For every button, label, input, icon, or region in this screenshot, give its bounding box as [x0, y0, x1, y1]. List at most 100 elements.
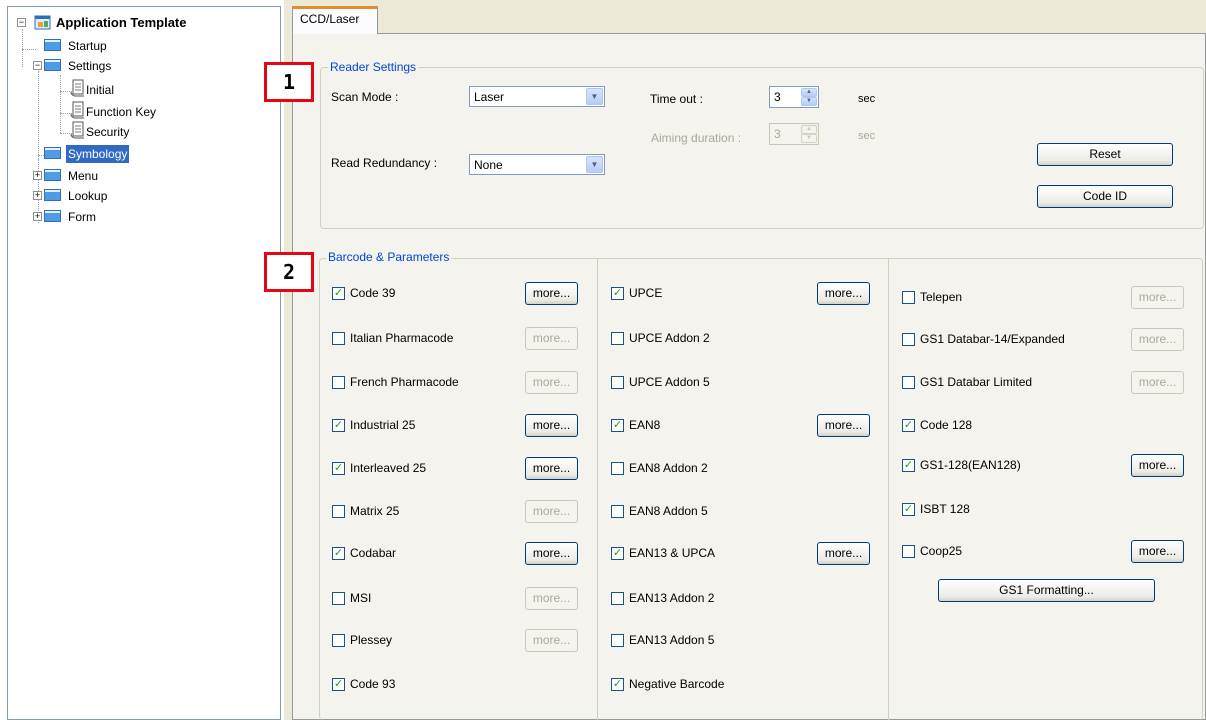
- aiming-duration-unit: sec: [858, 130, 876, 142]
- ean13-addon-5-checkbox[interactable]: [611, 634, 624, 647]
- interleaved-25-checkbox[interactable]: ✓: [332, 462, 345, 475]
- ean13-addon-2-label: EAN13 Addon 2: [629, 591, 715, 605]
- matrix-25-checkbox[interactable]: [332, 505, 345, 518]
- collapse-icon[interactable]: −: [33, 61, 42, 70]
- expand-icon[interactable]: +: [33, 212, 42, 221]
- interleaved-25-more-button[interactable]: more...: [525, 457, 578, 480]
- tree-label: Form: [68, 210, 96, 224]
- interleaved-25-label: Interleaved 25: [350, 461, 427, 475]
- read-redundancy-value: None: [474, 158, 503, 172]
- aiming-duration-value: 3: [774, 127, 781, 141]
- timeout-spinner[interactable]: 3 ▲ ▼: [769, 86, 819, 108]
- reset-button[interactable]: Reset: [1037, 143, 1173, 166]
- ean8-checkbox[interactable]: ✓: [611, 419, 624, 432]
- gs1-formatting-button[interactable]: GS1 Formatting...: [938, 579, 1155, 602]
- ean8-addon-2-checkbox[interactable]: [611, 462, 624, 475]
- tab-label: CCD/Laser: [300, 12, 360, 26]
- isbt-128-checkbox[interactable]: ✓: [902, 503, 915, 516]
- coop25-more-button[interactable]: more...: [1131, 540, 1184, 563]
- scan-mode-select[interactable]: Laser ▼: [469, 86, 605, 107]
- msi-more-button[interactable]: more...: [525, 587, 578, 610]
- code-128-checkbox[interactable]: ✓: [902, 419, 915, 432]
- msi-checkbox[interactable]: [332, 592, 345, 605]
- tree-label: Function Key: [86, 105, 157, 119]
- upce-addon-5-checkbox[interactable]: [611, 376, 624, 389]
- matrix-25-more-button[interactable]: more...: [525, 500, 578, 523]
- tree-label: Startup: [68, 39, 107, 53]
- industrial-25-checkbox[interactable]: ✓: [332, 419, 345, 432]
- code-93-checkbox[interactable]: ✓: [332, 678, 345, 691]
- annotation-marker-2: 2: [264, 252, 314, 292]
- french-pharmacode-more-button[interactable]: more...: [525, 371, 578, 394]
- expand-icon[interactable]: +: [33, 191, 42, 200]
- ean8-more-button[interactable]: more...: [817, 414, 870, 437]
- isbt-128-label: ISBT 128: [920, 502, 970, 516]
- italian-pharmacode-checkbox[interactable]: [332, 332, 345, 345]
- coop25-checkbox[interactable]: [902, 545, 915, 558]
- upce-addon-2-label: UPCE Addon 2: [629, 331, 710, 345]
- codabar-more-button[interactable]: more...: [525, 542, 578, 565]
- barcode-parameters-group: [319, 258, 1203, 720]
- ean13-addon-5-label: EAN13 Addon 5: [629, 633, 715, 647]
- upce-addon-2-checkbox[interactable]: [611, 332, 624, 345]
- expand-icon[interactable]: +: [33, 171, 42, 180]
- collapse-icon[interactable]: −: [17, 18, 26, 27]
- tree-label: Application Template: [56, 15, 187, 30]
- code-39-more-button[interactable]: more...: [525, 282, 578, 305]
- tree-label: Menu: [68, 169, 99, 183]
- ean8-addon-5-checkbox[interactable]: [611, 505, 624, 518]
- upce-checkbox[interactable]: ✓: [611, 287, 624, 300]
- folder-icon: [44, 59, 61, 71]
- column-divider: [597, 258, 598, 720]
- script-document-icon: [70, 101, 85, 119]
- tree-label: Initial: [86, 83, 115, 97]
- gs1-128-ean128-checkbox[interactable]: ✓: [902, 459, 915, 472]
- read-redundancy-select[interactable]: None ▼: [469, 154, 605, 175]
- gs1-128-ean128-more-button[interactable]: more...: [1131, 454, 1184, 477]
- gs1-databar-14-expanded-checkbox[interactable]: [902, 333, 915, 346]
- tree-label-selected: Symbology: [66, 145, 130, 163]
- spin-up-icon[interactable]: ▲: [801, 125, 817, 134]
- msi-label: MSI: [350, 591, 372, 605]
- codabar-checkbox[interactable]: ✓: [332, 547, 345, 560]
- timeout-label: Time out :: [650, 92, 703, 106]
- gs1-databar-limited-checkbox[interactable]: [902, 376, 915, 389]
- spin-down-icon[interactable]: ▼: [801, 97, 817, 106]
- tree-label: Security: [86, 125, 130, 139]
- french-pharmacode-label: French Pharmacode: [350, 375, 459, 389]
- gs1-databar-14-expanded-more-button[interactable]: more...: [1131, 328, 1184, 351]
- upce-more-button[interactable]: more...: [817, 282, 870, 305]
- ean13-upca-more-button[interactable]: more...: [817, 542, 870, 565]
- telepen-more-button[interactable]: more...: [1131, 286, 1184, 309]
- plessey-more-button[interactable]: more...: [525, 629, 578, 652]
- ean8-label: EAN8: [629, 418, 661, 432]
- tab-ccd-laser[interactable]: CCD/Laser: [292, 6, 378, 34]
- telepen-label: Telepen: [920, 290, 963, 304]
- ean8-addon-2-label: EAN8 Addon 2: [629, 461, 708, 475]
- navigation-tree: − Application Template Startup − Setting…: [7, 6, 281, 720]
- chevron-down-icon[interactable]: ▼: [586, 156, 603, 173]
- gs1-databar-limited-more-button[interactable]: more...: [1131, 371, 1184, 394]
- chevron-down-icon[interactable]: ▼: [586, 88, 603, 105]
- code-39-checkbox[interactable]: ✓: [332, 287, 345, 300]
- aiming-duration-spinner[interactable]: 3 ▲ ▼: [769, 123, 819, 145]
- ean13-upca-checkbox[interactable]: ✓: [611, 547, 624, 560]
- spin-down-icon[interactable]: ▼: [801, 134, 817, 143]
- industrial-25-more-button[interactable]: more...: [525, 414, 578, 437]
- spin-up-icon[interactable]: ▲: [801, 88, 817, 97]
- telepen-checkbox[interactable]: [902, 291, 915, 304]
- folder-icon: [44, 189, 61, 201]
- ean13-addon-2-checkbox[interactable]: [611, 592, 624, 605]
- italian-pharmacode-more-button[interactable]: more...: [525, 327, 578, 350]
- negative-barcode-label: Negative Barcode: [629, 677, 725, 691]
- folder-icon: [44, 147, 61, 159]
- plessey-checkbox[interactable]: [332, 634, 345, 647]
- barcode-parameters-title: Barcode & Parameters: [326, 250, 452, 264]
- upce-label: UPCE: [629, 286, 663, 300]
- french-pharmacode-checkbox[interactable]: [332, 376, 345, 389]
- code-39-label: Code 39: [350, 286, 396, 300]
- negative-barcode-checkbox[interactable]: ✓: [611, 678, 624, 691]
- reader-settings-title: Reader Settings: [328, 60, 419, 74]
- upce-addon-5-label: UPCE Addon 5: [629, 375, 710, 389]
- code-id-button[interactable]: Code ID: [1037, 185, 1173, 208]
